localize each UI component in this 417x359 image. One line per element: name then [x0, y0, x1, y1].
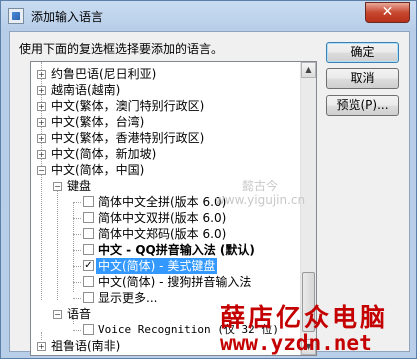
tree-item-label[interactable]: 中文(繁体，澳门特别行政区) [51, 98, 204, 114]
checkbox[interactable] [83, 196, 94, 207]
checkbox-checked[interactable]: ✓ [83, 260, 94, 271]
tree-connector-line [73, 282, 81, 283]
tree-connector-line [73, 330, 81, 331]
tree-item-label[interactable]: 显示更多... [98, 290, 157, 306]
tree-item-label[interactable]: 中文(简体，新加坡) [51, 146, 156, 162]
language-tree-node[interactable]: + 中文(繁体，澳门特别行政区) [31, 98, 300, 114]
tree-item-label[interactable]: 中文(简体) - 美式键盘 [96, 258, 218, 274]
cancel-button[interactable]: 取消 [326, 68, 399, 89]
watermark-yigujin-cn: 懿古今 [242, 179, 279, 193]
tree-item-label[interactable]: 祖鲁语(南非) [51, 338, 120, 354]
tree-item-label[interactable]: 中文(繁体，香港特别行政区) [51, 130, 204, 146]
language-tree-node[interactable]: + 中文(繁体，香港特别行政区) [31, 130, 300, 146]
collapse-minus-icon[interactable]: − [53, 310, 62, 319]
tree-item-label[interactable]: 中文(繁体，台湾) [51, 114, 144, 130]
scroll-up-arrow-icon[interactable]: ▲ [301, 62, 316, 78]
expand-plus-icon[interactable]: + [37, 102, 46, 111]
collapse-minus-icon[interactable]: − [53, 182, 62, 191]
keyboard-list-item[interactable]: 中文(简体) - 搜狗拼音输入法 [31, 274, 300, 290]
tree-item-label[interactable]: 简体中文全拼(版本 6.0) [98, 194, 226, 210]
preview-button[interactable]: 预览(P)... [326, 95, 399, 116]
watermark-brand-url: www.yzdn.net [220, 331, 372, 355]
tree-connector-line [73, 218, 81, 219]
checkbox[interactable] [83, 228, 94, 239]
tree-item-label[interactable]: 中文 - QQ拼音输入法 (默认) [98, 242, 255, 258]
checkbox[interactable] [83, 292, 94, 303]
watermark-yigujin-url: www.yigujin.cn [215, 193, 306, 207]
keyboard-list-item[interactable]: 中文 - QQ拼音输入法 (默认) [31, 242, 300, 258]
tree-item-label[interactable]: 中文(简体) - 搜狗拼音输入法 [98, 274, 251, 290]
expand-plus-icon[interactable]: + [37, 86, 46, 95]
tree-connector-line [73, 250, 81, 251]
language-tree-node[interactable]: + 越南语(越南) [31, 82, 300, 98]
language-tree-node[interactable]: + 约鲁巴语(尼日利亚) [31, 66, 300, 82]
checkbox[interactable] [83, 276, 94, 287]
ok-button[interactable]: 确定 [326, 42, 399, 63]
checkbox[interactable] [83, 244, 94, 255]
add-input-language-dialog: 添加输入语言 ✕ 使用下面的复选框选择要添加的语言。 ▲ ▼ + 约鲁巴语(尼日利… [0, 0, 417, 359]
watermark-brand: 薛店亿众电脑 [220, 303, 389, 332]
tree-item-label[interactable]: 简体中文双拼(版本 6.0) [98, 210, 226, 226]
language-tree-node[interactable]: + 中文(繁体，台湾) [31, 114, 300, 130]
tree-connector-line [73, 298, 81, 299]
expand-plus-icon[interactable]: + [37, 342, 46, 351]
dialog-title: 添加输入语言 [31, 10, 104, 24]
collapse-minus-icon[interactable]: − [37, 166, 46, 175]
tree-connector-line [73, 234, 81, 235]
expand-plus-icon[interactable]: + [37, 118, 46, 127]
close-icon: ✕ [381, 4, 394, 20]
keyboard-list-item[interactable]: ✓ 中文(简体) - 美式键盘 [31, 258, 300, 274]
expand-plus-icon[interactable]: + [37, 150, 46, 159]
watermark-yigujin: 懿古今 www.yigujin.cn [215, 179, 305, 207]
title-bar[interactable]: 添加输入语言 ✕ [1, 1, 416, 31]
language-tree-node[interactable]: + 中文(简体，新加坡) [31, 146, 300, 162]
close-button[interactable]: ✕ [365, 2, 410, 23]
tree-item-label[interactable]: 键盘 [67, 178, 91, 194]
keyboard-list-item[interactable]: 简体中文郑码(版本 6.0) [31, 226, 300, 242]
keyboard-list-item[interactable]: 简体中文双拼(版本 6.0) [31, 210, 300, 226]
language-tree-node[interactable]: − 中文(简体，中国) [31, 162, 300, 178]
checkbox[interactable] [83, 212, 94, 223]
tree-connector-line [73, 202, 81, 203]
instruction-text: 使用下面的复选框选择要添加的语言。 [19, 42, 224, 56]
tree-item-label[interactable]: 约鲁巴语(尼日利亚) [51, 66, 156, 82]
tree-item-label[interactable]: 越南语(越南) [51, 82, 120, 98]
expand-plus-icon[interactable]: + [37, 70, 46, 79]
tree-item-label[interactable]: 中文(简体，中国) [51, 162, 144, 178]
tree-connector-line [73, 266, 81, 267]
tree-item-label[interactable]: 简体中文郑码(版本 6.0) [98, 226, 226, 242]
expand-plus-icon[interactable]: + [37, 134, 46, 143]
tree-item-label[interactable]: 语音 [67, 306, 91, 322]
checkbox[interactable] [83, 324, 94, 335]
dialog-app-icon [8, 8, 24, 24]
